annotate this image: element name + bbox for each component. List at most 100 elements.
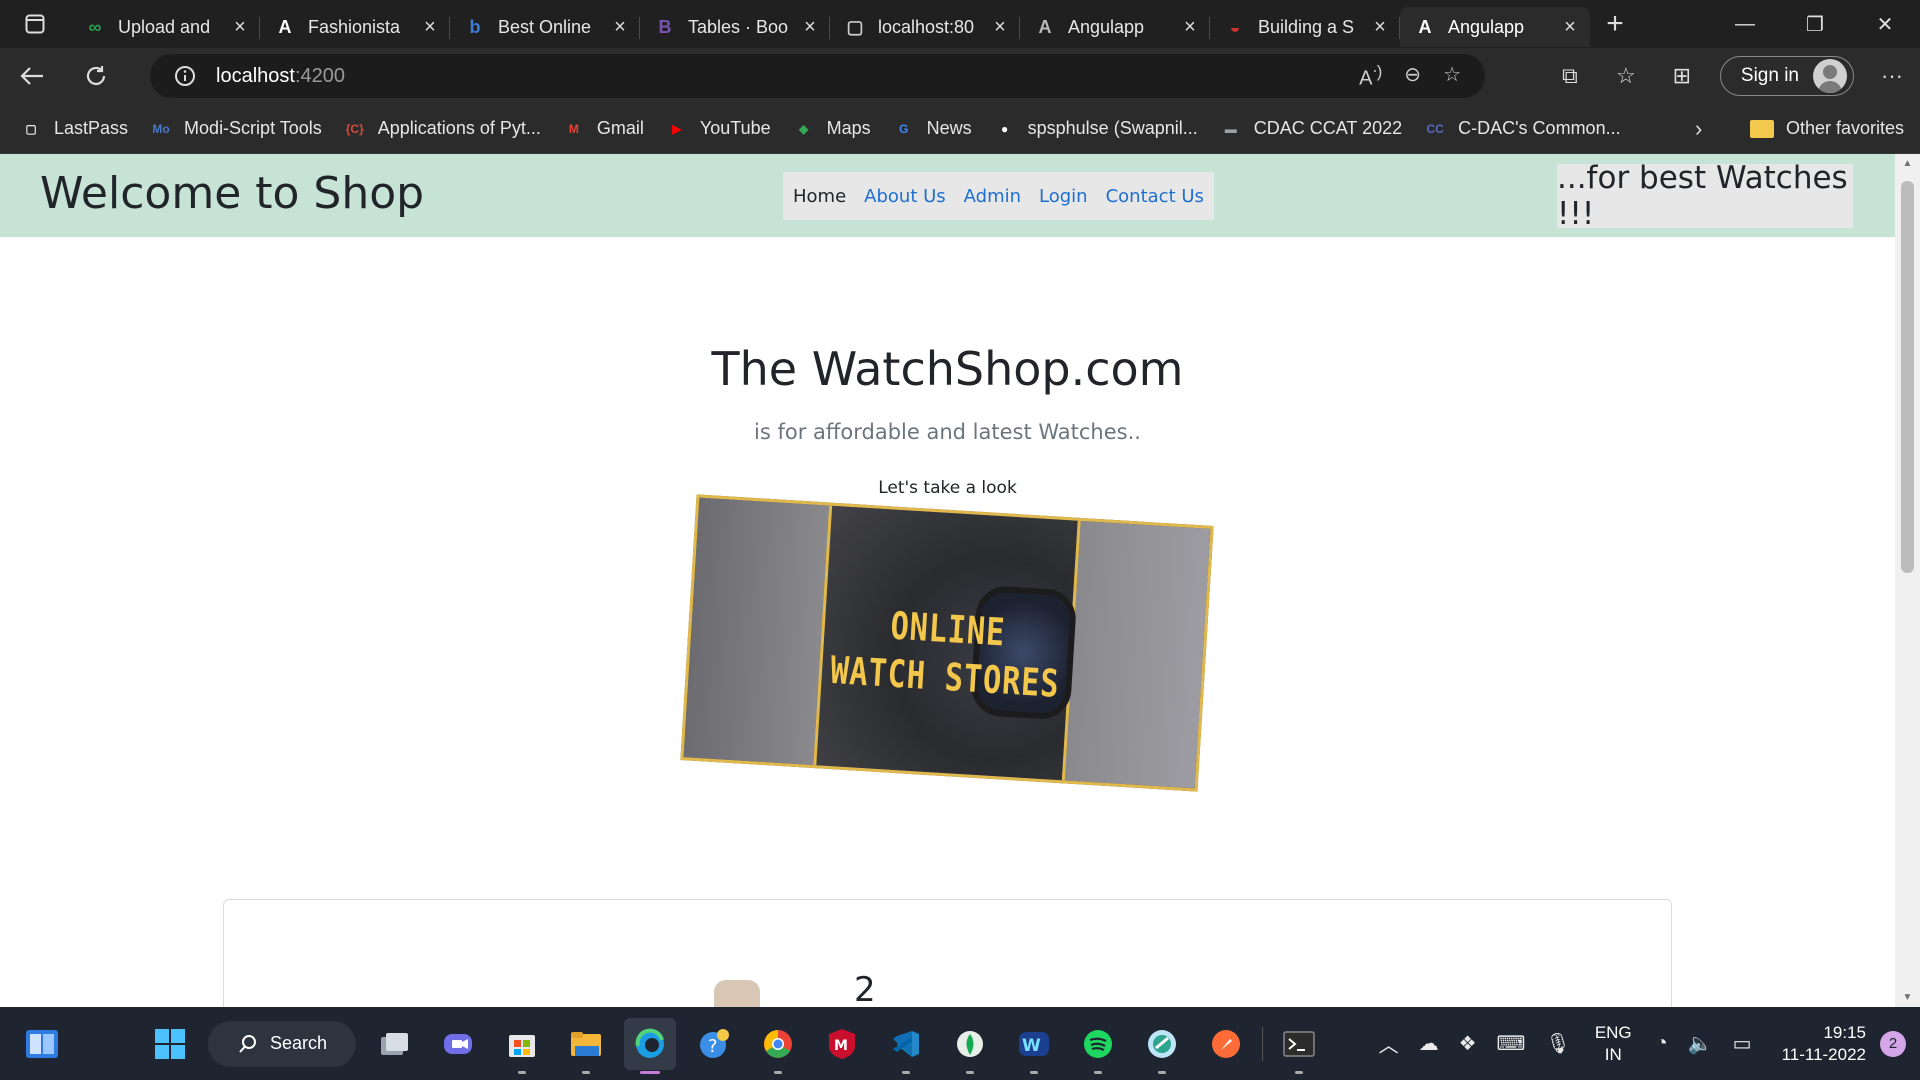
bookmark-item[interactable]: G News (893, 118, 972, 140)
postman-icon[interactable] (1200, 1018, 1252, 1070)
read-aloud-icon[interactable]: Aᐧ) (1359, 62, 1382, 91)
keyboard-icon[interactable]: ⌨ (1497, 1031, 1526, 1056)
task-view-icon[interactable] (368, 1018, 420, 1070)
scroll-thumb[interactable] (1901, 181, 1914, 573)
extensions-icon[interactable]: ⧉ (1542, 63, 1598, 89)
lang-line-1: ENG (1594, 1022, 1632, 1042)
browser-tab[interactable]: ◒ Building a S × (1210, 7, 1400, 47)
bookmark-favicon-icon: ▢ (25, 121, 37, 136)
scroll-down-icon[interactable]: ▼ (1895, 992, 1920, 1003)
minimize-button[interactable]: — (1710, 0, 1780, 48)
tab-actions-button[interactable] (0, 0, 70, 48)
show-hidden-icons-chevron-icon[interactable]: ︿ (1379, 1029, 1399, 1058)
other-favorites[interactable]: Other favorites (1750, 118, 1904, 139)
nav-admin[interactable]: Admin (964, 186, 1021, 207)
nav-login[interactable]: Login (1039, 186, 1088, 207)
restore-button[interactable]: ❐ (1780, 0, 1850, 48)
lang-line-2: IN (1604, 1044, 1622, 1064)
bookmark-item[interactable]: ▢ LastPass (20, 118, 128, 140)
bookmark-label: News (926, 118, 972, 138)
tab-title: Building a S (1258, 16, 1355, 37)
add-favorite-icon[interactable]: ☆ (1443, 62, 1461, 91)
volume-icon[interactable]: 🔈 (1688, 1031, 1713, 1056)
bookmark-item[interactable]: M Gmail (563, 118, 644, 140)
onedrive-cloud-icon[interactable]: ☁ (1419, 1031, 1439, 1056)
bookmark-label: spsphulse (Swapnil... (1027, 118, 1198, 138)
reload-button[interactable] (64, 48, 128, 104)
browser-tab[interactable]: ∞ Upload and × (70, 7, 260, 47)
nav-about[interactable]: About Us (864, 186, 946, 207)
browser-tab[interactable]: b Best Online × (450, 7, 640, 47)
app-icon-round[interactable] (1136, 1018, 1188, 1074)
tab-close-icon[interactable]: × (800, 16, 820, 39)
bookmark-item[interactable]: ◆ Maps (793, 118, 871, 140)
bookmarks-overflow-chevron-icon[interactable]: › (1695, 116, 1702, 142)
browser-tab[interactable]: B Tables · Boo × (640, 7, 830, 47)
nav-contact[interactable]: Contact Us (1106, 186, 1204, 207)
teams-chat-icon[interactable] (432, 1018, 484, 1070)
bookmark-label: Maps (826, 118, 871, 138)
vscode-icon[interactable] (880, 1018, 932, 1074)
tab-close-icon[interactable]: × (1370, 16, 1390, 39)
browser-tab[interactable]: A Fashionista × (260, 7, 450, 47)
language-indicator[interactable]: ENG IN (1595, 1022, 1632, 1066)
tab-close-icon[interactable]: × (610, 16, 630, 39)
help-app-icon[interactable]: ? (688, 1018, 740, 1070)
bookmark-favicon-icon: G (898, 121, 909, 136)
battery-icon[interactable]: ▭ (1733, 1031, 1752, 1056)
tab-close-icon[interactable]: × (420, 16, 440, 39)
webex-icon[interactable]: W (1008, 1018, 1060, 1074)
tab-close-icon[interactable]: × (1560, 16, 1580, 39)
scroll-up-icon[interactable]: ▲ (1895, 158, 1920, 169)
browser-tab[interactable]: A Angulapp × (1020, 7, 1210, 47)
page-scrollbar[interactable]: ▲ ▼ (1895, 154, 1920, 1007)
tab-title: Angulapp (1068, 16, 1145, 37)
microsoft-store-icon[interactable] (496, 1018, 548, 1074)
browser-tab[interactable]: A Angulapp × (1400, 7, 1590, 47)
bookmark-label: YouTube (699, 118, 771, 138)
zoom-icon[interactable]: ⊖ (1404, 62, 1421, 91)
back-button[interactable] (0, 48, 64, 104)
spotify-icon[interactable] (1072, 1018, 1124, 1074)
notification-badge[interactable]: 2 (1880, 1030, 1906, 1057)
edge-browser-icon[interactable] (624, 1017, 676, 1074)
file-explorer-icon[interactable] (560, 1018, 612, 1074)
tab-favicon-icon: A (278, 16, 292, 37)
tab-close-icon[interactable]: × (1180, 16, 1200, 39)
mcafee-icon[interactable]: M (816, 1018, 868, 1070)
bookmark-item[interactable]: Mo Modi-Script Tools (150, 118, 322, 140)
tab-close-icon[interactable]: × (990, 16, 1010, 39)
tab-close-icon[interactable]: × (230, 16, 250, 39)
favorites-icon[interactable]: ☆ (1598, 63, 1654, 89)
sign-in-button[interactable]: Sign in (1719, 56, 1854, 96)
bookmark-favicon-icon: Mo (152, 121, 170, 136)
chrome-icon[interactable] (752, 1018, 804, 1074)
more-menu-icon[interactable]: ··· (1864, 63, 1920, 89)
widgets-icon[interactable] (16, 1018, 68, 1070)
bookmark-item[interactable]: CC C-DAC's Common... (1424, 118, 1620, 140)
wifi-icon[interactable]: ◔ (1656, 1032, 1668, 1055)
mongodb-compass-icon[interactable] (944, 1018, 996, 1074)
bookmark-label: Gmail (596, 118, 644, 138)
close-window-button[interactable]: ✕ (1850, 0, 1920, 48)
address-bar[interactable]: localhost:4200 Aᐧ) ⊖ ☆ (150, 54, 1485, 98)
bookmark-label: Modi-Script Tools (184, 118, 322, 138)
collections-icon[interactable]: ⊞ (1654, 63, 1710, 89)
microphone-icon[interactable]: 🎙 (1545, 1031, 1570, 1056)
product-thumbnail (714, 980, 760, 1007)
site-nav: Home About Us Admin Login Contact Us (783, 172, 1214, 220)
start-windows-icon[interactable] (144, 1018, 196, 1070)
bookmark-item[interactable]: ● spsphulse (Swapnil... (994, 118, 1198, 140)
bookmark-item[interactable]: {C} Applications of Pyt... (344, 118, 541, 140)
nav-home[interactable]: Home (793, 186, 846, 207)
terminal-icon[interactable] (1273, 1018, 1325, 1074)
bookmark-item[interactable]: ▶ YouTube (666, 118, 771, 140)
browser-tab[interactable]: ▢ localhost:80 × (830, 7, 1020, 47)
bookmark-item[interactable]: ▬ CDAC CCAT 2022 (1220, 118, 1402, 140)
new-tab-button[interactable]: + (1590, 7, 1640, 41)
dropbox-icon[interactable]: ❖ (1459, 1031, 1477, 1056)
clock[interactable]: 19:15 11-11-2022 (1782, 1022, 1866, 1066)
banner-image: ONLINE WATCH STORES (680, 494, 1214, 792)
site-info-icon[interactable] (174, 65, 196, 87)
taskbar-search[interactable]: Search (208, 1020, 356, 1067)
